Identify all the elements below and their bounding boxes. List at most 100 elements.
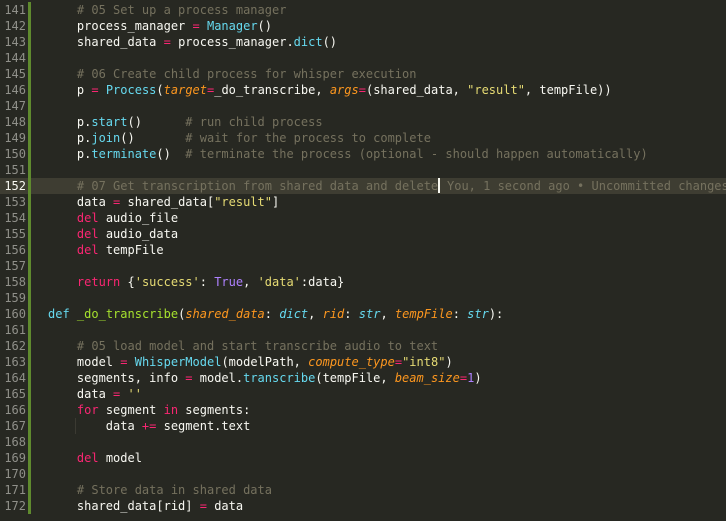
code-line-153[interactable]: 153 data = shared_data["result"] [0,194,726,210]
code-line-172[interactable]: 172 shared_data[rid] = data [0,498,726,514]
git-change-marker [28,402,31,418]
code-text: # 07 Get transcription from shared data … [76,178,441,193]
git-change-marker [28,34,31,50]
line-number: 162 [4,339,26,353]
line-number: 172 [4,499,26,513]
code-line-155[interactable]: 155 del audio_data [0,226,726,242]
code-text: # 06 Create child process for whisper ex… [76,67,417,81]
line-number: 170 [4,467,26,481]
code-line-152[interactable]: 152 # 07 Get transcription from shared d… [0,178,726,194]
git-change-marker [28,354,31,370]
git-change-marker [28,482,31,498]
line-number: 144 [4,51,26,65]
code-text: p.join() # wait for the process to compl… [76,131,431,145]
git-change-marker [28,434,31,450]
line-number: 159 [4,291,26,305]
git-change-marker [28,322,31,338]
code-line-163[interactable]: 163 model = WhisperModel(modelPath, comp… [0,354,726,370]
git-change-marker [28,418,31,434]
git-change-marker [28,194,31,210]
code-text: shared_data = process_manager.dict() [76,35,338,49]
code-line-161[interactable]: 161 [0,322,726,338]
code-text: data = shared_data["result"] [76,195,280,209]
code-line-166[interactable]: 166 for segment in segments: [0,402,726,418]
code-text: for segment in segments: [76,403,251,417]
line-number: 165 [4,387,26,401]
line-number: 171 [4,483,26,497]
code-text: del audio_data [76,227,179,241]
git-blame-annotation: You, 1 second ago • Uncommitted changes [447,179,726,193]
code-line-156[interactable]: 156 del tempFile [0,242,726,258]
git-change-marker [28,178,31,194]
git-change-marker [28,450,31,466]
git-change-marker [28,114,31,130]
code-line-168[interactable]: 168 [0,434,726,450]
code-text: # Store data in shared data [76,483,272,497]
git-change-marker [28,226,31,242]
git-change-marker [28,338,31,354]
line-number: 145 [4,67,26,81]
git-change-marker [28,50,31,66]
line-number: 152 [4,179,26,193]
line-number: 168 [4,435,26,449]
git-change-marker [28,306,31,322]
code-line-147[interactable]: 147 [0,98,726,114]
line-number: 161 [4,323,26,337]
git-change-marker [28,242,31,258]
line-number: 156 [4,243,26,257]
code-text: del tempFile [76,243,164,257]
git-change-marker [28,386,31,402]
line-number: 146 [4,83,26,97]
code-line-160[interactable]: 160 def _do_transcribe(shared_data: dict,… [0,306,726,322]
git-change-marker [28,210,31,226]
git-change-marker [28,162,31,178]
code-line-158[interactable]: 158 return {'success': True, 'data':data… [0,274,726,290]
line-number: 160 [4,307,26,321]
code-line-162[interactable]: 162 # 05 load model and start transcribe… [0,338,726,354]
code-line-144[interactable]: 144 [0,50,726,66]
git-change-marker [28,466,31,482]
code-text: shared_data[rid] = data [76,499,244,513]
git-change-marker [28,290,31,306]
code-line-169[interactable]: 169 del model [0,450,726,466]
line-number: 155 [4,227,26,241]
code-line-159[interactable]: 159 [0,290,726,306]
text-cursor [438,178,441,193]
git-change-marker [28,498,31,514]
code-line-142[interactable]: 142 process_manager = Manager() [0,18,726,34]
git-change-marker [28,66,31,82]
code-line-165[interactable]: 165 data = '' [0,386,726,402]
git-change-marker [28,18,31,34]
code-line-149[interactable]: 149 p.join() # wait for the process to c… [0,130,726,146]
line-number: 164 [4,371,26,385]
code-text: process_manager = Manager() [76,19,272,33]
code-line-141[interactable]: 141 # 05 Set up a process manager [0,2,726,18]
code-text: segments, info = model.transcribe(tempFi… [76,371,482,385]
git-change-marker [28,370,31,386]
code-line-170[interactable]: 170 [0,466,726,482]
line-number: 169 [4,451,26,465]
code-line-150[interactable]: 150 p.terminate() # terminate the proces… [0,146,726,162]
code-line-167[interactable]: 167 data += segment.text [0,418,726,434]
line-number: 163 [4,355,26,369]
git-change-marker [28,146,31,162]
code-editor[interactable]: 141 # 05 Set up a process manager 142 pro… [0,0,726,521]
code-text: p.terminate() # terminate the process (o… [76,147,648,161]
code-line-157[interactable]: 157 [0,258,726,274]
code-line-171[interactable]: 171 # Store data in shared data [0,482,726,498]
line-number: 151 [4,163,26,177]
code-line-154[interactable]: 154 del audio_file [0,210,726,226]
code-line-164[interactable]: 164 segments, info = model.transcribe(te… [0,370,726,386]
line-number: 149 [4,131,26,145]
code-line-143[interactable]: 143 shared_data = process_manager.dict() [0,34,726,50]
code-line-151[interactable]: 151 [0,162,726,178]
git-change-marker [28,274,31,290]
code-text: p.start() # run child process [76,115,323,129]
git-change-marker [28,98,31,114]
code-line-146[interactable]: 146 p = Process(target=_do_transcribe, a… [0,82,726,98]
line-number: 154 [4,211,26,225]
code-line-145[interactable]: 145 # 06 Create child process for whispe… [0,66,726,82]
code-text: return {'success': True, 'data':data} [76,275,345,289]
git-change-marker [28,130,31,146]
code-line-148[interactable]: 148 p.start() # run child process [0,114,726,130]
